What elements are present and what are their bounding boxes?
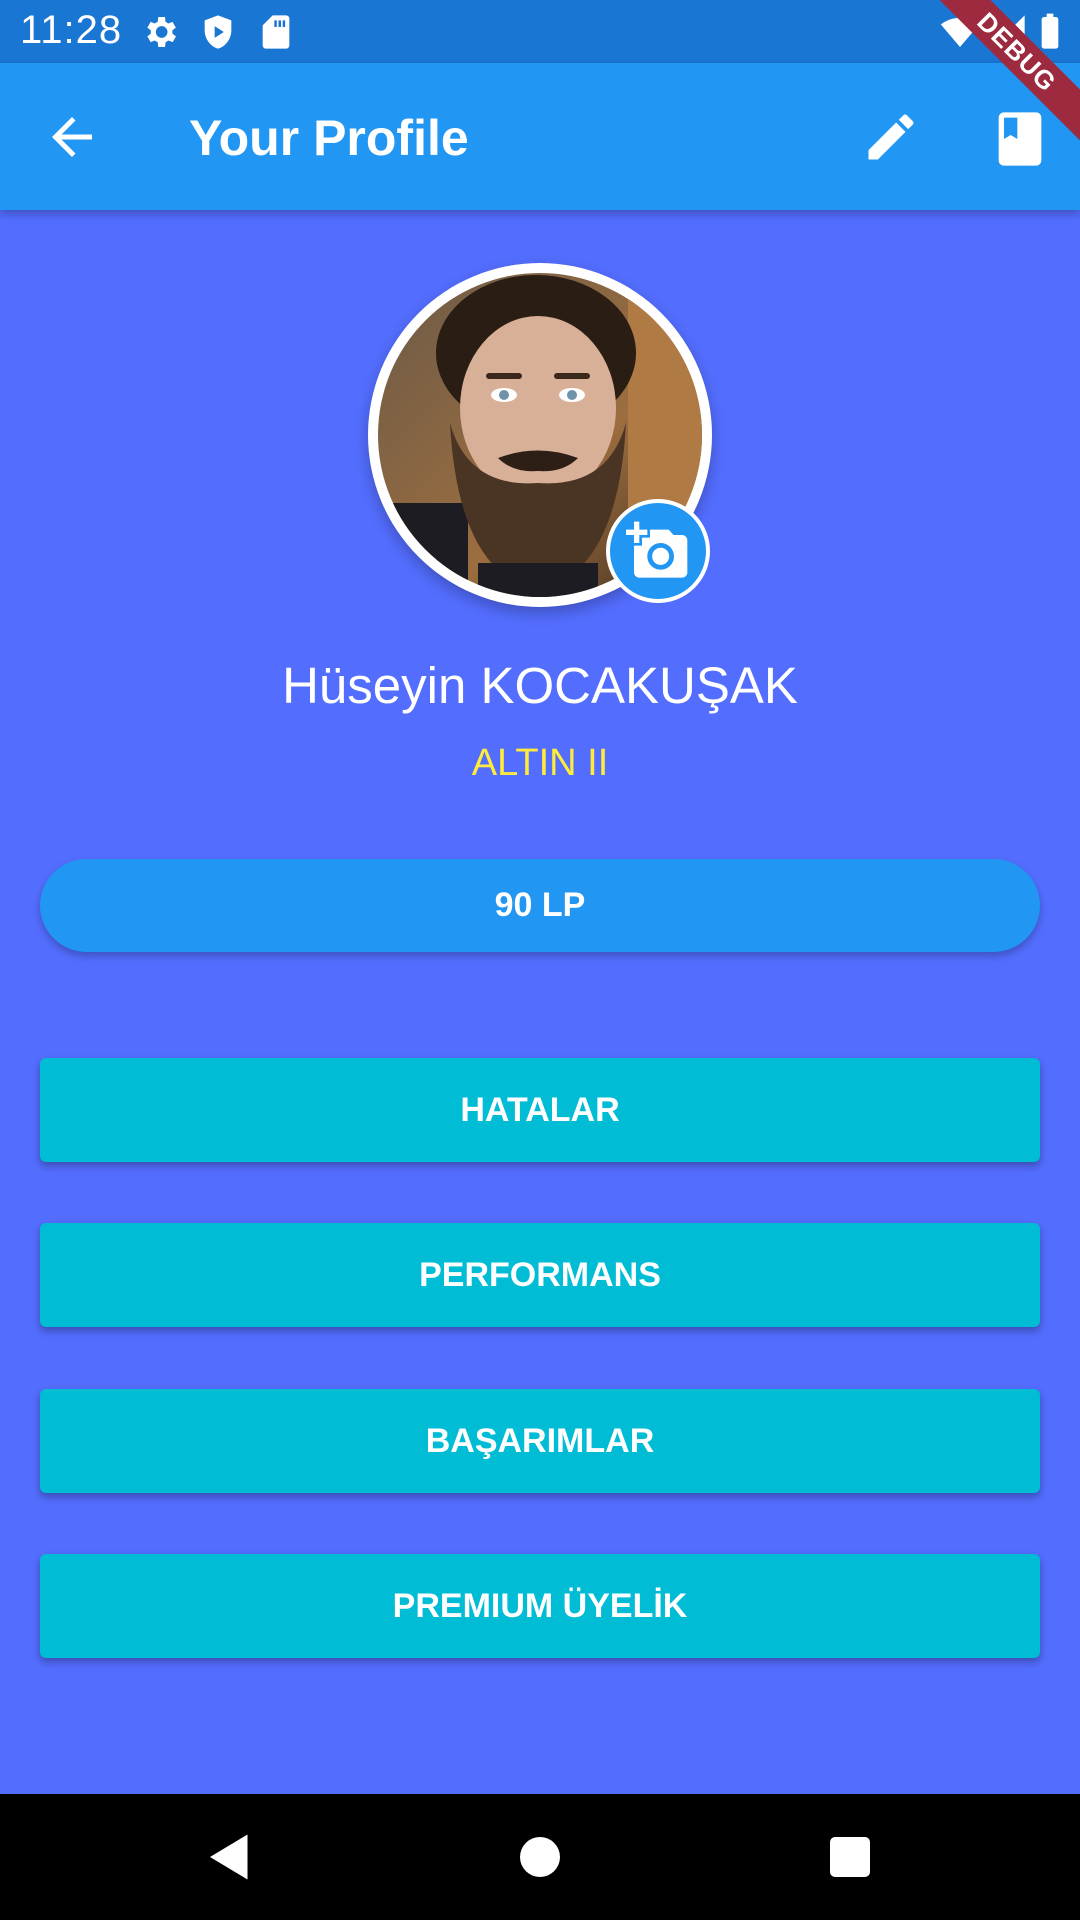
app-bar: Your Profile — [0, 63, 1080, 210]
debug-banner: DEBUG — [920, 0, 1080, 160]
add-camera-icon — [626, 521, 688, 578]
shield-play-icon — [204, 15, 232, 49]
basarimlar-button[interactable]: BAŞARIMLAR — [40, 1389, 1040, 1493]
nav-back-icon[interactable] — [200, 1827, 260, 1887]
page-title: Your Profile — [189, 110, 469, 166]
lp-badge[interactable]: 90 LP — [40, 859, 1040, 952]
change-photo-button[interactable] — [606, 499, 710, 603]
edit-icon[interactable] — [861, 107, 921, 167]
nav-recents-icon[interactable] — [820, 1827, 880, 1887]
performans-button[interactable]: PERFORMANS — [40, 1223, 1040, 1327]
nav-home-icon[interactable] — [510, 1827, 570, 1887]
premium-membership-button[interactable]: PREMIUM ÜYELİK — [40, 1554, 1040, 1658]
back-arrow-icon[interactable] — [42, 107, 102, 167]
user-name: Hüseyin KOCAKUŞAK — [282, 657, 798, 714]
debug-label: DEBUG — [922, 0, 1080, 147]
status-time: 11:28 — [20, 8, 123, 52]
hatalar-button[interactable]: HATALAR — [40, 1058, 1040, 1162]
status-bar: 11:28 — [0, 0, 1080, 63]
user-rank: ALTIN II — [471, 742, 609, 784]
settings-icon — [147, 17, 176, 47]
sd-card-icon — [262, 15, 290, 49]
system-nav-bar — [0, 1794, 1080, 1920]
